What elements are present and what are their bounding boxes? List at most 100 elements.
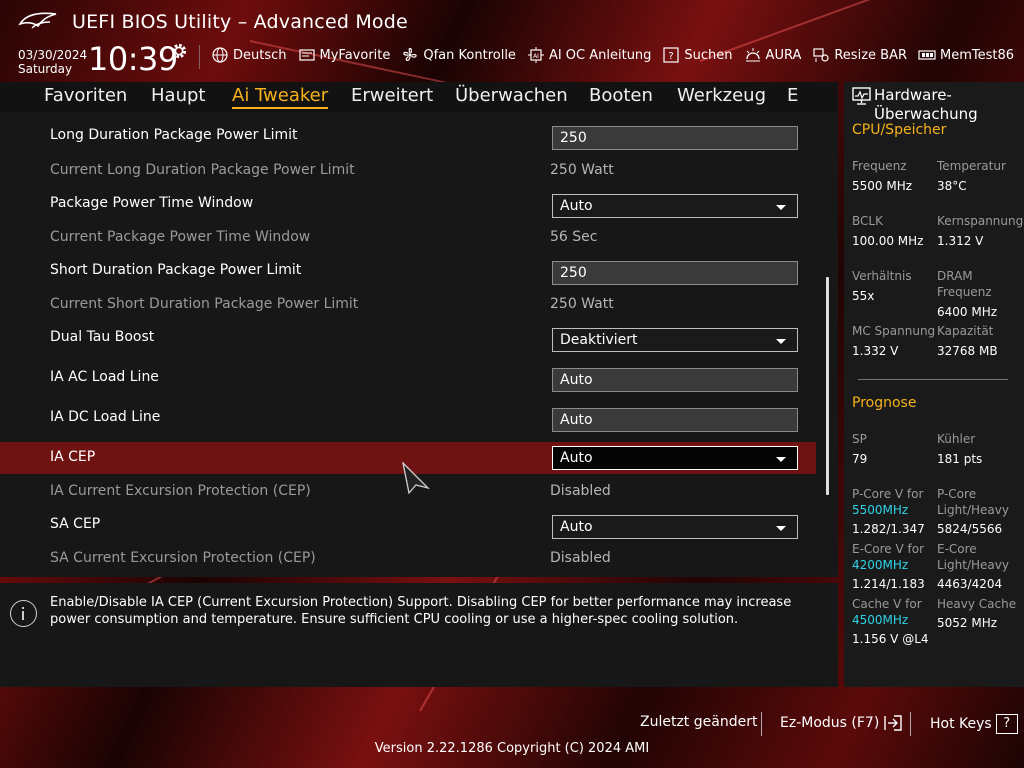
ai-chip-icon: AI	[527, 47, 544, 63]
tab-exit-partial[interactable]: E	[787, 85, 798, 106]
dram-frequency-label: DRAM Frequenz	[937, 269, 992, 299]
chevron-down-icon	[776, 526, 786, 531]
tool-aura[interactable]: AURA	[744, 46, 801, 64]
setting-ia-dc-load-line[interactable]: IA DC Load Line Auto	[0, 402, 816, 432]
ratio-value: 55x	[852, 289, 875, 303]
tab-bar: Favoriten Haupt Ai Tweaker Erweitert Übe…	[0, 82, 838, 112]
setting-short-duration-power-limit[interactable]: Short Duration Package Power Limit 250	[0, 255, 816, 285]
setting-label: Current Long Duration Package Power Limi…	[50, 162, 355, 178]
last-changed-button[interactable]: Zuletzt geändert	[640, 714, 757, 730]
setting-value: Disabled	[550, 550, 611, 566]
tool-language[interactable]: Deutsch	[211, 46, 287, 64]
hot-keys-label: Hot Keys	[930, 716, 992, 732]
hot-keys-button[interactable]: Hot Keys ?	[930, 714, 1018, 734]
dropdown-value: Auto	[560, 519, 593, 535]
header-bar: UEFI BIOS Utility – Advanced Mode 03/30/…	[0, 0, 1024, 82]
tool-resize-bar[interactable]: Resize BAR	[812, 46, 907, 64]
cpu-temperature-value: 38°C	[937, 179, 967, 193]
footer-divider	[910, 712, 911, 736]
setting-label: Current Short Duration Package Power Lim…	[50, 296, 359, 312]
dram-frequency-value: 6400 MHz	[937, 305, 998, 319]
setting-label: Dual Tau Boost	[50, 329, 155, 345]
setting-label: Long Duration Package Power Limit	[50, 127, 298, 143]
ecore-voltage-value: 1.214/1.183	[852, 577, 925, 591]
setting-value: 250 Watt	[550, 296, 614, 312]
tool-search[interactable]: ? Suchen	[662, 46, 733, 64]
ia-ac-load-line-input[interactable]: Auto	[552, 368, 798, 392]
svg-text:?: ?	[669, 51, 674, 62]
tool-resize-bar-label: Resize BAR	[834, 47, 907, 63]
cache-voltage-frequency: 4500MHz	[852, 613, 909, 627]
tab-ai-tweaker[interactable]: Ai Tweaker	[232, 85, 329, 109]
globe-icon	[212, 47, 228, 63]
info-current-package-power-time-window: Current Package Power Time Window 56 Sec	[0, 224, 816, 250]
tab-booten[interactable]: Booten	[589, 85, 653, 106]
help-search-icon: ?	[663, 47, 680, 63]
heavy-cache-value: 5052 MHz	[937, 616, 998, 630]
package-power-time-window-dropdown[interactable]: Auto	[552, 194, 798, 218]
main-panel: Favoriten Haupt Ai Tweaker Erweitert Übe…	[0, 82, 838, 577]
tab-haupt[interactable]: Haupt	[151, 85, 205, 106]
tool-qfan[interactable]: Qfan Kontrolle	[401, 46, 516, 64]
gear-icon[interactable]	[170, 42, 188, 60]
tool-search-label: Suchen	[684, 47, 733, 63]
tool-memtest[interactable]: MemTest86	[918, 46, 1014, 64]
scrollbar-thumb[interactable]	[826, 277, 829, 495]
setting-value: Disabled	[550, 483, 611, 499]
tab-erweitert[interactable]: Erweitert	[351, 85, 433, 106]
setting-label: SA Current Excursion Protection (CEP)	[50, 550, 316, 566]
ez-mode-button[interactable]: Ez-Modus (F7)	[780, 714, 903, 732]
short-duration-power-limit-input[interactable]: 250	[552, 261, 798, 285]
dropdown-value: Auto	[560, 198, 593, 214]
core-voltage-value: 1.312 V	[937, 234, 984, 248]
cache-voltage-label: Cache V for	[852, 597, 922, 611]
cpu-section-title: CPU/Speicher	[852, 122, 947, 138]
pcore-voltage-label: P-Core V for	[852, 487, 924, 501]
cache-voltage-value: 1.156 V @L4	[852, 632, 929, 646]
cpu-temperature-label: Temperatur	[937, 159, 1006, 173]
ratio-label: Verhältnis	[852, 269, 912, 283]
dropdown-value: Deaktiviert	[560, 332, 638, 348]
capacity-value: 32768 MB	[937, 344, 998, 358]
footer-bar: Zuletzt geändert Ez-Modus (F7) Hot Keys …	[0, 700, 1024, 768]
setting-sa-cep[interactable]: SA CEP Auto	[0, 509, 816, 539]
tab-favoriten[interactable]: Favoriten	[44, 85, 127, 106]
date-text: 03/30/2024	[18, 48, 88, 62]
question-key-icon: ?	[995, 714, 1018, 734]
tool-ai-oc-label: AI OC Anleitung	[548, 47, 652, 63]
setting-package-power-time-window[interactable]: Package Power Time Window Auto	[0, 188, 816, 218]
pcore-light-heavy-value: 5824/5566	[937, 522, 1003, 536]
help-text: Enable/Disable IA CEP (Current Excursion…	[50, 595, 792, 627]
tool-myfavorite[interactable]: MyFavorite	[298, 46, 391, 64]
weekday-text: Saturday	[18, 62, 73, 76]
setting-label: IA Current Excursion Protection (CEP)	[50, 483, 311, 499]
rog-logo-icon	[18, 12, 57, 29]
footer-divider	[761, 712, 762, 736]
sp-value: 79	[852, 452, 868, 466]
info-icon	[10, 600, 37, 627]
chevron-down-icon	[776, 205, 786, 210]
setting-long-duration-power-limit[interactable]: Long Duration Package Power Limit 250	[0, 120, 816, 150]
last-changed-label: Zuletzt geändert	[640, 714, 758, 730]
ia-dc-load-line-input[interactable]: Auto	[552, 408, 798, 432]
setting-dual-tau-boost[interactable]: Dual Tau Boost Deaktiviert	[0, 322, 816, 352]
long-duration-power-limit-input[interactable]: 250	[552, 126, 798, 150]
mouse-cursor-icon	[402, 462, 430, 494]
ia-cep-dropdown[interactable]: Auto	[552, 446, 798, 470]
monitor-title: Hardware-Überwachung	[874, 86, 978, 123]
dual-tau-boost-dropdown[interactable]: Deaktiviert	[552, 328, 798, 352]
tool-ai-oc[interactable]: AI AI OC Anleitung	[527, 46, 651, 64]
sp-label: SP	[852, 432, 867, 446]
fan-icon	[403, 47, 418, 61]
tab-ueberwachen[interactable]: Überwachen	[455, 85, 568, 106]
chevron-down-icon	[776, 339, 786, 344]
tool-myfavorite-label: MyFavorite	[319, 47, 391, 63]
pcore-voltage-value: 1.282/1.347	[852, 522, 925, 536]
settings-list: Long Duration Package Power Limit 250 Cu…	[0, 112, 838, 577]
sa-cep-dropdown[interactable]: Auto	[552, 515, 798, 539]
setting-label: Current Package Power Time Window	[50, 229, 311, 245]
setting-ia-ac-load-line[interactable]: IA AC Load Line Auto	[0, 362, 816, 392]
bclk-label: BCLK	[852, 214, 883, 228]
svg-text:AI: AI	[533, 53, 539, 60]
tab-werkzeug[interactable]: Werkzeug	[677, 85, 766, 106]
